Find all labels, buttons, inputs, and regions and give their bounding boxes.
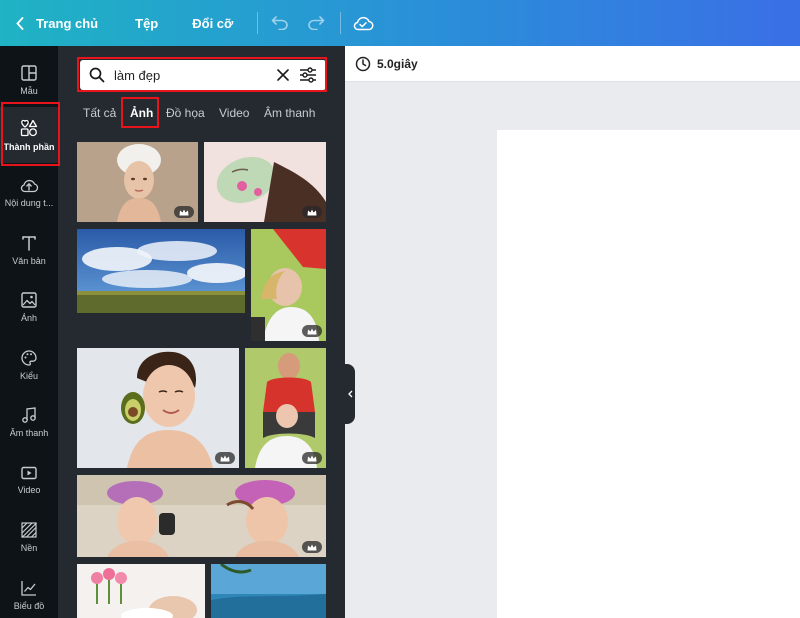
page-duration-button[interactable]: 5.0giây (355, 56, 418, 72)
sidebar-item-label: Kiểu (19, 370, 38, 381)
file-menu-button[interactable]: Tệp (135, 16, 158, 31)
search-icon (89, 67, 105, 83)
design-page[interactable] (497, 130, 800, 618)
search-input[interactable]: làm đẹp (114, 68, 277, 83)
chevron-left-icon (347, 390, 352, 398)
photo-result-woman-towel[interactable] (77, 142, 198, 222)
duration-label: 5.0giây (377, 56, 418, 71)
crown-icon (179, 209, 189, 215)
clear-search-button[interactable] (277, 69, 289, 81)
crown-icon (307, 328, 317, 334)
sidebar-item-label: Video (17, 484, 41, 495)
crown-icon (220, 455, 230, 461)
divider (340, 12, 342, 34)
music-icon (22, 406, 36, 423)
crown-icon (307, 544, 317, 550)
sidebar-item-label: Biểu đồ (13, 600, 45, 611)
filter-button[interactable] (299, 67, 317, 83)
side-nav-rail: Mẫu Thành phần Nội dung t... Văn bản Ảnh… (0, 46, 58, 618)
sidebar-item-audio[interactable]: Âm thanh (0, 394, 58, 450)
tab-audio[interactable]: Âm thanh (264, 104, 315, 122)
photo-thumbnail (77, 564, 205, 618)
upload-icon (20, 179, 39, 192)
sidebar-item-charts[interactable]: Biểu đồ (0, 567, 58, 618)
top-bar: Trang chủ Tệp Đổi cỡ (0, 0, 800, 46)
sidebar-item-label: Ảnh (20, 312, 37, 323)
resize-button[interactable]: Đổi cỡ (192, 16, 233, 31)
sidebar-item-templates[interactable]: Mẫu (0, 52, 58, 108)
photo-result-curlers-makeup[interactable] (77, 475, 326, 557)
chevron-left-icon (16, 16, 24, 30)
sidebar-item-text[interactable]: Văn bản (0, 222, 58, 278)
tab-all[interactable]: Tất cả (83, 104, 116, 122)
premium-badge (302, 325, 322, 337)
text-icon (22, 235, 36, 251)
photo-result-avocado-woman[interactable] (77, 348, 239, 468)
sidebar-item-label: Mẫu (20, 85, 38, 96)
photo-result-tulips-spa[interactable] (77, 564, 205, 618)
sidebar-item-video[interactable]: Video (0, 452, 58, 508)
tab-graphics[interactable]: Đồ họa (166, 104, 205, 122)
undo-button[interactable] (268, 11, 292, 35)
elements-panel: làm đẹp Tất cả Ảnh Đồ họa Video Âm thanh (58, 46, 345, 618)
home-label: Trang chủ (36, 15, 99, 31)
image-icon (21, 291, 37, 308)
shapes-icon (20, 119, 38, 136)
premium-badge (302, 541, 322, 553)
redo-button[interactable] (304, 11, 328, 35)
cloud-check-icon (354, 16, 374, 31)
sliders-icon (300, 67, 316, 83)
redo-icon (308, 16, 325, 30)
sidebar-item-elements[interactable]: Thành phần (0, 107, 58, 163)
undo-icon (271, 16, 289, 30)
photo-thumbnail (245, 348, 326, 468)
home-button[interactable]: Trang chủ (16, 16, 98, 31)
collapse-panel-button[interactable] (345, 364, 355, 424)
photo-thumbnail (77, 229, 245, 313)
photo-result-sky-field[interactable] (77, 229, 245, 313)
sidebar-item-label: Thành phần (3, 141, 55, 152)
photo-result-face-mask[interactable] (204, 142, 326, 222)
crown-icon (307, 455, 317, 461)
photo-thumbnail (211, 564, 326, 618)
photo-result-beach[interactable] (211, 564, 326, 618)
save-status-button[interactable] (351, 11, 375, 35)
sidebar-item-uploads[interactable]: Nội dung t... (0, 164, 58, 220)
canvas-toolbar: 5.0giây (345, 46, 800, 82)
background-icon (21, 521, 37, 538)
divider (257, 12, 259, 34)
crown-icon (307, 209, 317, 215)
video-icon (21, 466, 37, 479)
sidebar-item-photos[interactable]: Ảnh (0, 279, 58, 335)
sidebar-item-label: Nội dung t... (4, 197, 54, 208)
sidebar-item-styles[interactable]: Kiểu (0, 337, 58, 393)
premium-badge (174, 206, 194, 218)
layout-icon (21, 64, 37, 81)
photo-result-salon-stylist[interactable] (245, 348, 326, 468)
palette-icon (21, 349, 37, 366)
sidebar-item-label: Văn bản (12, 255, 46, 266)
chart-icon (21, 580, 36, 596)
premium-badge (302, 452, 322, 464)
sidebar-item-background[interactable]: Nền (0, 509, 58, 565)
premium-badge (215, 452, 235, 464)
sidebar-item-label: Âm thanh (9, 427, 49, 438)
result-type-tabs: Tất cả Ảnh Đồ họa Video Âm thanh (58, 104, 345, 128)
photo-thumbnail (77, 475, 326, 557)
photo-thumbnail (77, 348, 239, 468)
search-bar[interactable]: làm đẹp (80, 60, 326, 90)
premium-badge (302, 206, 322, 218)
clock-icon (355, 56, 371, 71)
photo-result-salon-wash[interactable] (251, 229, 326, 341)
tab-video[interactable]: Video (219, 104, 249, 122)
tab-photos[interactable]: Ảnh (130, 104, 153, 122)
close-icon (277, 69, 289, 81)
sidebar-item-label: Nền (20, 542, 38, 553)
